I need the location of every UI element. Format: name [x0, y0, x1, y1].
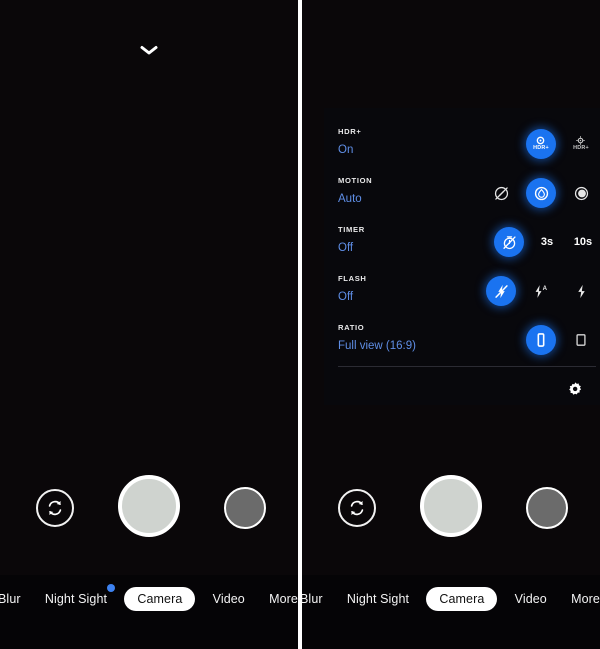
timer-off-icon[interactable] — [494, 227, 524, 257]
shutter-button[interactable] — [118, 475, 180, 537]
mode-more[interactable]: More — [564, 588, 600, 611]
gear-icon[interactable] — [560, 374, 590, 404]
mode-night-sight[interactable]: Night Sight — [340, 588, 416, 611]
mode-label: More — [269, 591, 298, 606]
setting-options — [526, 320, 596, 360]
mode-label: Video — [514, 591, 547, 606]
ratio-four-three-icon[interactable] — [566, 325, 596, 355]
timer-option-text: 3s — [540, 236, 554, 248]
flash-on-icon[interactable] — [566, 276, 596, 306]
mode-blur[interactable]: Blur — [0, 588, 28, 611]
left-screen: Blur Night Sight Camera Video More — [0, 0, 298, 649]
setting-options: 3s 10s — [494, 222, 596, 262]
mode-video[interactable]: Video — [206, 588, 252, 611]
gallery-thumbnail[interactable] — [224, 487, 266, 529]
mode-camera[interactable]: Camera — [426, 586, 498, 612]
timer-10s-option[interactable]: 10s — [570, 227, 596, 257]
hdr-plus-on-icon[interactable]: HDR+ — [526, 129, 556, 159]
mode-label: More — [571, 591, 600, 606]
setting-row-ratio: RATIO Full view (16:9) — [324, 320, 600, 369]
mode-bar-right: Blur Night Sight Camera Video More — [302, 585, 600, 613]
flash-off-icon[interactable] — [486, 276, 516, 306]
timer-3s-option[interactable]: 3s — [534, 227, 560, 257]
mode-label: Night Sight — [346, 591, 410, 606]
setting-options — [486, 173, 596, 213]
mode-blur[interactable]: Blur — [302, 588, 330, 611]
settings-divider — [338, 366, 596, 367]
camera-controls-right — [302, 475, 600, 565]
mode-label: Camera — [439, 591, 485, 606]
mode-bar-left: Blur Night Sight Camera Video More — [0, 583, 298, 613]
new-feature-badge-dot — [107, 583, 116, 592]
screenshot-root: Blur Night Sight Camera Video More HDR+ — [0, 0, 600, 649]
timer-option-text: 10s — [573, 236, 593, 248]
quick-settings-panel: HDR+ On HDR+ HDR+ MOTION Auto TIMER Off … — [324, 108, 600, 405]
mode-video[interactable]: Video — [508, 588, 554, 611]
shutter-button[interactable] — [420, 475, 482, 537]
setting-row-timer: TIMER Off 3s 10s — [324, 222, 600, 271]
mode-label: Blur — [0, 591, 21, 606]
mode-label: Camera — [137, 591, 183, 606]
motion-auto-icon[interactable] — [526, 178, 556, 208]
setting-options: HDR+ HDR+ — [526, 124, 596, 164]
hdr-option-text: HDR+ — [533, 145, 549, 152]
mode-label: Video — [212, 591, 245, 606]
mode-night-sight[interactable]: Night Sight — [38, 583, 116, 611]
camera-flip-icon[interactable] — [338, 489, 376, 527]
chevron-down-icon[interactable] — [139, 44, 159, 56]
mode-label: Blur — [302, 591, 323, 606]
mode-label: Night Sight — [44, 591, 108, 606]
camera-controls-left — [0, 475, 298, 565]
motion-off-icon[interactable] — [486, 178, 516, 208]
hdr-option-text: HDR+ — [573, 145, 589, 152]
setting-row-flash: FLASH Off A — [324, 271, 600, 320]
camera-flip-icon[interactable] — [36, 489, 74, 527]
ratio-full-view-icon[interactable] — [526, 325, 556, 355]
setting-row-motion: MOTION Auto — [324, 173, 600, 222]
hdr-plus-enhanced-icon[interactable]: HDR+ — [566, 129, 596, 159]
motion-on-icon[interactable] — [566, 178, 596, 208]
mode-camera[interactable]: Camera — [124, 586, 196, 612]
setting-row-hdr: HDR+ On HDR+ HDR+ — [324, 124, 600, 173]
flash-auto-icon[interactable]: A — [526, 276, 556, 306]
svg-text:A: A — [543, 286, 548, 292]
setting-options: A — [486, 271, 596, 311]
mode-more[interactable]: More — [262, 588, 298, 611]
right-screen: HDR+ On HDR+ HDR+ MOTION Auto TIMER Off … — [302, 0, 600, 649]
gallery-thumbnail[interactable] — [526, 487, 568, 529]
